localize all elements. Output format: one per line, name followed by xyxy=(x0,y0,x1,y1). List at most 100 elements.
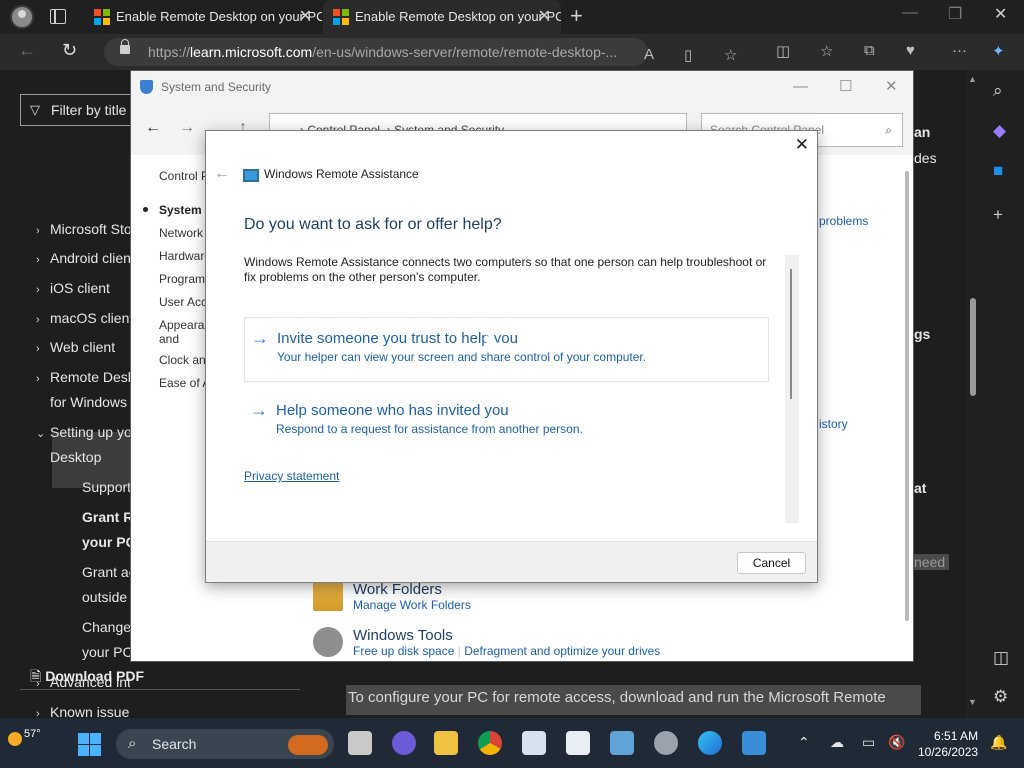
windows-tools-title[interactable]: Windows Tools xyxy=(353,627,660,644)
tab-actions-icon[interactable] xyxy=(50,9,66,24)
manage-work-folders-link[interactable]: Manage Work Folders xyxy=(353,598,471,612)
page-text-fragment: an xyxy=(914,124,931,140)
show-hidden-icons-chevron-icon[interactable]: ⌃ xyxy=(798,734,810,751)
favorite-star-icon[interactable]: ☆ xyxy=(724,46,737,64)
remote-desktop-icon[interactable] xyxy=(610,731,634,755)
nav-link[interactable]: Hardware and Sound xyxy=(159,249,205,263)
onedrive-icon[interactable]: ☁ xyxy=(830,734,844,751)
edge-sidebar: ⌕ ◆ ■ + ◫ ⚙ xyxy=(981,70,1024,718)
search-icon: ⌕ xyxy=(885,123,892,137)
refresh-icon[interactable]: ↻ xyxy=(62,40,77,61)
minimize-icon[interactable]: — xyxy=(902,4,918,22)
close-tab-icon[interactable]: ✕ xyxy=(538,0,551,33)
system-clock[interactable]: 6:51 AM 10/26/2023 xyxy=(918,728,978,760)
invite-someone-option[interactable]: → Invite someone you trust to help you Y… xyxy=(244,317,769,382)
file-explorer-icon[interactable] xyxy=(434,731,458,755)
task-view-icon[interactable] xyxy=(348,731,372,755)
display-icon[interactable]: ▭ xyxy=(862,734,875,751)
favorites-icon[interactable]: ☆ xyxy=(820,42,833,60)
nav-link[interactable]: Control Panel Home xyxy=(159,169,205,183)
toc-item[interactable]: › Android client xyxy=(20,246,130,273)
nav-link[interactable]: Programs xyxy=(159,272,205,286)
taskbar-search[interactable]: ⌕ Search xyxy=(116,729,334,759)
split-screen-icon[interactable]: ◫ xyxy=(776,42,790,60)
toc-item[interactable]: Desktop xyxy=(20,445,130,470)
volume-muted-icon[interactable]: 🔇 xyxy=(888,734,905,751)
virtualbox-icon[interactable] xyxy=(566,731,590,755)
browser-tab-1[interactable]: Enable Remote Desktop on your PC ✕ xyxy=(84,0,322,34)
outlook-icon[interactable]: ■ xyxy=(993,161,1003,181)
close-window-icon[interactable]: ✕ xyxy=(994,4,1007,24)
browser-tab-2[interactable]: Enable Remote Desktop on your PC ✕ xyxy=(323,0,561,34)
cancel-button[interactable]: Cancel xyxy=(737,552,806,574)
toc-item[interactable]: ⌄ Setting up yo xyxy=(20,420,130,447)
scroll-thumb[interactable] xyxy=(970,298,976,396)
scroll-up-icon[interactable]: ▲ xyxy=(968,74,977,84)
immersive-reader-icon[interactable]: ▯ xyxy=(684,46,692,64)
profile-avatar[interactable] xyxy=(10,5,34,29)
add-icon[interactable]: + xyxy=(993,205,1003,225)
nav-link[interactable]: User Accounts xyxy=(159,295,205,309)
toc-item[interactable]: › Remote Desk xyxy=(20,365,130,392)
close-tab-icon[interactable]: ✕ xyxy=(299,0,312,33)
nav-link[interactable]: Clock and Region xyxy=(159,353,205,367)
read-aloud-icon[interactable]: A xyxy=(644,46,654,63)
settings-gear-icon[interactable]: ⚙ xyxy=(993,687,1008,707)
toc-item[interactable]: for Windows xyxy=(20,390,130,415)
nav-link-current[interactable]: System and Security xyxy=(143,203,277,217)
filter-by-title-input[interactable]: ▽ Filter by title xyxy=(20,94,132,126)
page-text-fragment: des xyxy=(914,150,937,166)
help-someone-option[interactable]: → Help someone who has invited you Respo… xyxy=(244,390,769,455)
defragment-link[interactable]: Defragment and optimize your drives xyxy=(464,644,660,658)
back-arrow-icon[interactable]: ← xyxy=(214,165,230,183)
scroll-down-icon[interactable]: ▼ xyxy=(968,697,977,707)
scroll-thumb[interactable] xyxy=(790,269,792,399)
resource-monitor-icon[interactable] xyxy=(522,731,546,755)
download-pdf-link[interactable]: 🗎 Download PDF xyxy=(30,666,144,690)
nav-link[interactable]: Network and Internet xyxy=(159,226,205,240)
sidebar-toggle-icon[interactable]: ◫ xyxy=(993,648,1009,668)
toc-item[interactable]: › Web client xyxy=(20,335,130,362)
history-link[interactable]: istory xyxy=(819,417,848,431)
copilot-icon[interactable]: ✦ xyxy=(992,42,1005,60)
dialog-footer: Cancel xyxy=(206,541,817,582)
remote-assistance-taskbar-icon[interactable] xyxy=(742,731,766,755)
privacy-statement-link[interactable]: Privacy statement xyxy=(244,469,339,483)
free-up-disk-space-link[interactable]: Free up disk space xyxy=(353,644,454,658)
notification-bell-icon[interactable]: 🔔 xyxy=(990,734,1007,751)
minimize-icon[interactable]: — xyxy=(793,71,808,103)
nav-link[interactable]: Ease of Access xyxy=(159,376,205,390)
search-icon[interactable]: ⌕ xyxy=(993,81,1003,101)
copilot-sidebar-icon[interactable]: ◆ xyxy=(993,121,1006,141)
address-bar[interactable]: https://learn.microsoft.com/en-us/window… xyxy=(104,38,737,66)
microsoft-logo-icon xyxy=(94,9,110,25)
forward-icon[interactable]: → xyxy=(179,119,195,137)
back-icon[interactable]: ← xyxy=(18,40,36,61)
work-folders-title[interactable]: Work Folders xyxy=(353,581,471,598)
back-icon[interactable]: ← xyxy=(145,119,161,137)
start-button[interactable] xyxy=(78,733,101,756)
dialog-description: Windows Remote Assistance connects two c… xyxy=(244,255,767,284)
troubleshoot-link[interactable]: problems xyxy=(819,214,868,228)
page-scrollbar[interactable]: ▲ ▼ xyxy=(965,70,981,718)
edge-icon[interactable] xyxy=(698,731,722,755)
close-icon[interactable]: ✕ xyxy=(795,135,809,155)
teams-chat-icon[interactable] xyxy=(392,731,416,755)
nav-link[interactable]: Appearance and Personalization xyxy=(159,318,205,348)
close-icon[interactable]: ✕ xyxy=(885,71,898,103)
toc-item[interactable]: › macOS client xyxy=(20,306,130,333)
more-menu-icon[interactable]: ··· xyxy=(952,42,967,59)
control-panel-scrollbar[interactable] xyxy=(905,171,909,621)
restore-icon[interactable]: ❐ xyxy=(948,4,962,24)
toc-item[interactable]: › iOS client xyxy=(20,276,130,303)
collections-icon[interactable]: ⧉ xyxy=(864,42,875,59)
toc-item[interactable]: › Microsoft Sto xyxy=(20,217,130,244)
filter-icon: ▽ xyxy=(30,102,40,117)
settings-icon[interactable] xyxy=(654,731,678,755)
new-tab-button[interactable]: + xyxy=(570,3,583,29)
dialog-scrollbar[interactable] xyxy=(785,255,799,523)
maximize-icon[interactable]: ☐ xyxy=(839,71,852,103)
performance-icon[interactable]: ♥ xyxy=(906,42,915,59)
chrome-icon[interactable] xyxy=(478,731,502,755)
windows-tools-item: Windows Tools Free up disk space | Defra… xyxy=(313,627,660,658)
